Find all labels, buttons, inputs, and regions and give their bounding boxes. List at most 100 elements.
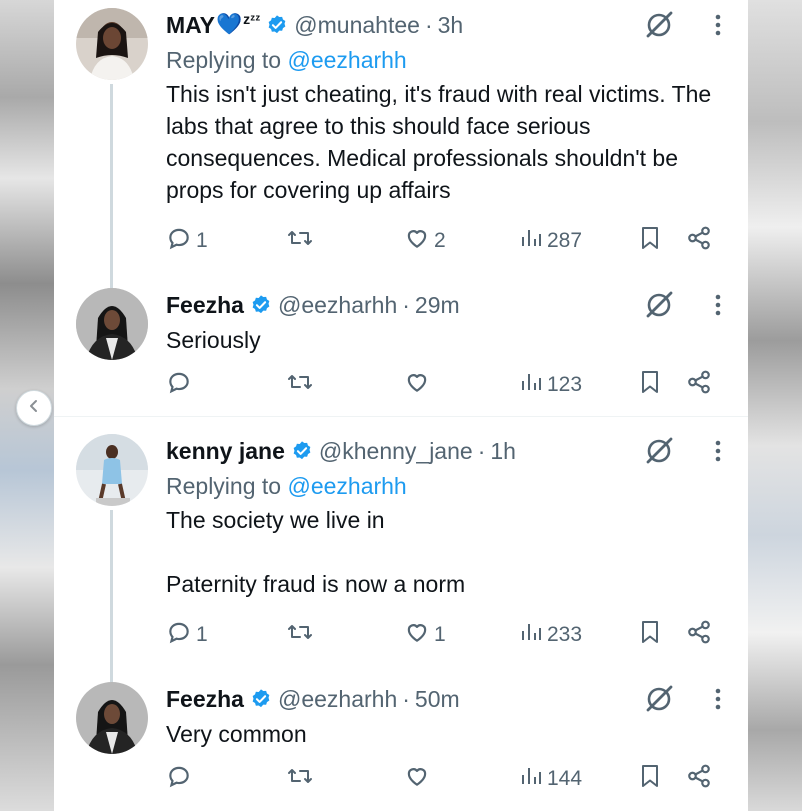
share-button[interactable]	[686, 619, 712, 651]
author-name[interactable]: Feezha	[166, 292, 244, 319]
like-button[interactable]	[404, 369, 434, 401]
timestamp[interactable]: 50m	[415, 686, 460, 713]
reply-button[interactable]	[166, 369, 196, 401]
reply-icon	[166, 369, 192, 401]
reply-button[interactable]: 1	[166, 225, 208, 257]
avatar[interactable]	[76, 8, 148, 80]
bookmark-icon	[638, 619, 662, 651]
avatar[interactable]	[76, 682, 148, 754]
view-count: 123	[547, 373, 583, 396]
retweet-icon	[286, 225, 314, 257]
separator-dot: ·	[402, 291, 410, 318]
reply-button[interactable]	[166, 763, 196, 795]
reply-button[interactable]: 1	[166, 619, 208, 651]
action-bar: 1 2 287	[166, 226, 726, 256]
tweet-text: The society we live in Paternity fraud i…	[166, 507, 466, 597]
separator-dot: ·	[402, 685, 410, 712]
tweet-text: Very common	[166, 721, 307, 747]
share-icon	[686, 763, 712, 795]
share-icon	[686, 619, 712, 651]
verified-badge-icon	[250, 688, 272, 710]
author-name[interactable]: MAY	[166, 12, 215, 39]
reply-icon	[166, 763, 192, 795]
retweet-button[interactable]	[286, 763, 318, 795]
reply-count: 1	[196, 229, 208, 252]
more-options-icon[interactable]	[714, 439, 722, 463]
retweet-button[interactable]	[286, 619, 318, 651]
heart-icon	[404, 619, 430, 651]
retweet-icon	[286, 369, 314, 401]
reply-icon	[166, 619, 192, 651]
action-bar: 123	[166, 370, 726, 400]
author-name[interactable]: Feezha	[166, 686, 244, 713]
author-handle[interactable]: @khenny_jane	[319, 438, 473, 465]
retweet-button[interactable]	[286, 225, 318, 257]
like-count: 1	[434, 623, 446, 646]
like-button[interactable]: 2	[404, 225, 446, 257]
bookmark-button[interactable]	[638, 369, 662, 401]
views-button[interactable]: 287	[519, 226, 582, 256]
like-count: 2	[434, 229, 446, 252]
bookmark-button[interactable]	[638, 763, 662, 795]
bar-chart-icon	[519, 370, 543, 400]
bookmark-icon	[638, 225, 662, 257]
verified-badge-icon	[291, 440, 313, 462]
action-bar: 144	[166, 764, 726, 794]
reply-icon	[166, 225, 192, 257]
replying-to: Replying to @eezharhh	[166, 473, 407, 499]
more-options-icon[interactable]	[714, 13, 722, 37]
timestamp[interactable]: 29m	[415, 292, 460, 319]
author-handle[interactable]: @eezharhh	[278, 292, 397, 319]
views-button[interactable]: 123	[519, 370, 582, 400]
bar-chart-icon	[519, 764, 543, 794]
like-button[interactable]: 1	[404, 619, 446, 651]
avatar[interactable]	[76, 288, 148, 360]
verified-badge-icon	[250, 294, 272, 316]
more-options-icon[interactable]	[714, 687, 722, 711]
share-icon	[686, 225, 712, 257]
more-options-icon[interactable]	[714, 293, 722, 317]
timestamp[interactable]: 1h	[490, 438, 516, 465]
tweet-text: Seriously	[166, 327, 261, 353]
grok-icon[interactable]	[644, 290, 674, 320]
bookmark-button[interactable]	[638, 619, 662, 651]
grok-icon[interactable]	[644, 10, 674, 40]
action-bar: 1 1 233	[166, 620, 726, 650]
retweet-icon	[286, 763, 314, 795]
replying-to-handle[interactable]: @eezharhh	[287, 47, 406, 73]
tweet-text: This isn't just cheating, it's fraud wit…	[166, 81, 718, 203]
view-count: 287	[547, 229, 583, 252]
bookmark-icon	[638, 369, 662, 401]
thread-line	[110, 510, 113, 686]
blue-heart-emoji: 💙	[216, 13, 243, 36]
bookmark-button[interactable]	[638, 225, 662, 257]
reply-count: 1	[196, 623, 208, 646]
heart-icon	[404, 763, 430, 795]
author-handle[interactable]: @munahtee	[294, 12, 420, 39]
author-handle[interactable]: @eezharhh	[278, 686, 397, 713]
share-button[interactable]	[686, 369, 712, 401]
author-name[interactable]: kenny jane	[166, 438, 285, 465]
retweet-button[interactable]	[286, 369, 318, 401]
share-button[interactable]	[686, 225, 712, 257]
timestamp[interactable]: 3h	[438, 12, 464, 39]
avatar[interactable]	[76, 434, 148, 506]
thread-line	[110, 84, 113, 292]
grok-icon[interactable]	[644, 684, 674, 714]
grok-icon[interactable]	[644, 436, 674, 466]
views-button[interactable]: 233	[519, 620, 582, 650]
replying-to-handle[interactable]: @eezharhh	[287, 473, 406, 499]
chevron-left-icon	[27, 399, 41, 418]
retweet-icon	[286, 619, 314, 651]
separator-dot: ·	[477, 437, 486, 464]
like-button[interactable]	[404, 763, 434, 795]
previous-arrow-button[interactable]	[16, 390, 52, 426]
view-count: 144	[547, 767, 583, 790]
share-button[interactable]	[686, 763, 712, 795]
reply-thread-panel: MAY 💙 zᶻᶻ @munahtee · 3h Replying to @ee…	[54, 0, 748, 811]
bar-chart-icon	[519, 226, 543, 256]
share-icon	[686, 369, 712, 401]
verified-badge-icon	[266, 14, 288, 36]
separator-dot: ·	[424, 11, 433, 38]
views-button[interactable]: 144	[519, 764, 582, 794]
